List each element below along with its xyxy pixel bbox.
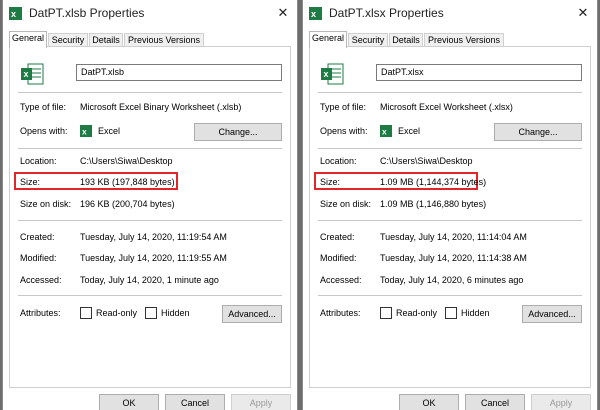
excel-file-icon: x	[9, 7, 22, 20]
type-label: Type of file:	[320, 102, 367, 112]
change-button[interactable]: Change...	[494, 123, 582, 141]
opens-with-label: Opens with:	[20, 126, 68, 136]
created-value: Tuesday, July 14, 2020, 11:19:54 AM	[80, 232, 227, 242]
divider	[318, 92, 582, 93]
hidden-checkbox[interactable]	[145, 307, 157, 319]
tab-details[interactable]: Details	[389, 33, 423, 47]
type-value: Microsoft Excel Worksheet (.xlsx)	[380, 102, 513, 112]
attributes-label: Attributes:	[320, 308, 361, 318]
tab-previous-versions[interactable]: Previous Versions	[424, 33, 504, 47]
close-button[interactable]: ✕	[569, 0, 597, 26]
modified-value: Tuesday, July 14, 2020, 11:19:55 AM	[80, 253, 227, 263]
divider	[318, 220, 582, 221]
change-button[interactable]: Change...	[194, 123, 282, 141]
tab-security[interactable]: Security	[348, 33, 388, 47]
tab-details[interactable]: Details	[89, 33, 123, 47]
cancel-button[interactable]: Cancel	[165, 394, 225, 410]
type-label: Type of file:	[20, 102, 67, 112]
divider	[18, 148, 282, 149]
apply-button[interactable]: Apply	[531, 394, 591, 410]
tab-general[interactable]: General	[309, 31, 347, 48]
readonly-label: Read-only	[96, 308, 138, 318]
dialog-buttons: OK Cancel Apply	[303, 394, 597, 410]
svg-text:x: x	[11, 9, 16, 19]
filename-field[interactable]: DatPT.xlsb	[76, 64, 282, 81]
location-value: C:\Users\Siwa\Desktop	[380, 156, 473, 166]
hidden-label: Hidden	[161, 308, 190, 318]
dialog-buttons: OK Cancel Apply	[3, 394, 297, 410]
modified-value: Tuesday, July 14, 2020, 11:14:38 AM	[380, 253, 527, 263]
properties-dialog-xlsb: x DatPT.xlsb Properties ✕ General Securi…	[2, 0, 298, 410]
filename-field[interactable]: DatPT.xlsx	[376, 64, 582, 81]
general-panel: x DatPT.xlsb Type of file: Microsoft Exc…	[9, 46, 291, 388]
size-label: Size:	[320, 177, 341, 187]
tab-general[interactable]: General	[9, 31, 47, 48]
opens-with-label: Opens with:	[320, 126, 368, 136]
excel-file-icon: x	[321, 63, 344, 85]
accessed-value: Today, July 14, 2020, 1 minute ago	[80, 275, 219, 285]
readonly-label: Read-only	[396, 308, 438, 318]
size-on-disk-label: Size on disk:	[320, 199, 372, 209]
window-title: DatPT.xlsb Properties	[29, 6, 145, 20]
svg-text:x: x	[24, 69, 29, 79]
type-value: Microsoft Excel Binary Worksheet (.xlsb)	[80, 102, 242, 112]
accessed-label: Accessed:	[20, 275, 62, 285]
hidden-label: Hidden	[461, 308, 490, 318]
close-button[interactable]: ✕	[269, 0, 297, 26]
size-on-disk-value: 196 KB (200,704 bytes)	[80, 199, 175, 209]
modified-label: Modified:	[20, 253, 57, 263]
excel-app-icon: x	[80, 125, 92, 137]
readonly-checkbox[interactable]	[380, 307, 392, 319]
opens-with-value: Excel	[98, 126, 121, 136]
created-label: Created:	[320, 232, 355, 242]
accessed-label: Accessed:	[320, 275, 362, 285]
accessed-value: Today, July 14, 2020, 6 minutes ago	[380, 275, 524, 285]
tab-previous-versions[interactable]: Previous Versions	[124, 33, 204, 47]
hidden-checkbox[interactable]	[445, 307, 457, 319]
title-bar: x DatPT.xlsb Properties ✕	[3, 0, 297, 27]
svg-text:x: x	[311, 9, 316, 19]
advanced-button[interactable]: Advanced...	[522, 305, 582, 323]
cancel-button[interactable]: Cancel	[465, 394, 525, 410]
size-value: 1.09 MB (1,144,374 bytes)	[380, 177, 487, 187]
ok-button[interactable]: OK	[99, 394, 159, 410]
svg-text:x: x	[382, 127, 387, 137]
divider	[18, 220, 282, 221]
divider	[318, 148, 582, 149]
title-bar: x DatPT.xlsx Properties ✕	[303, 0, 597, 27]
properties-dialog-xlsx: x DatPT.xlsx Properties ✕ General Securi…	[302, 0, 598, 410]
created-label: Created:	[20, 232, 55, 242]
excel-file-icon: x	[21, 63, 44, 85]
ok-button[interactable]: OK	[399, 394, 459, 410]
size-on-disk-label: Size on disk:	[20, 199, 72, 209]
divider	[18, 92, 282, 93]
readonly-checkbox[interactable]	[80, 307, 92, 319]
window-title: DatPT.xlsx Properties	[329, 6, 444, 20]
created-value: Tuesday, July 14, 2020, 11:14:04 AM	[380, 232, 527, 242]
size-label: Size:	[20, 177, 41, 187]
modified-label: Modified:	[320, 253, 357, 263]
size-on-disk-value: 1.09 MB (1,146,880 bytes)	[380, 199, 487, 209]
attributes-label: Attributes:	[20, 308, 61, 318]
divider	[318, 295, 582, 296]
excel-file-icon: x	[309, 7, 322, 20]
tab-security[interactable]: Security	[48, 33, 88, 47]
general-panel: x DatPT.xlsx Type of file: Microsoft Exc…	[309, 46, 591, 388]
apply-button[interactable]: Apply	[231, 394, 291, 410]
location-label: Location:	[320, 156, 357, 166]
advanced-button[interactable]: Advanced...	[222, 305, 282, 323]
location-label: Location:	[20, 156, 57, 166]
location-value: C:\Users\Siwa\Desktop	[80, 156, 173, 166]
excel-app-icon: x	[380, 125, 392, 137]
opens-with-value: Excel	[398, 126, 421, 136]
svg-text:x: x	[82, 127, 87, 137]
svg-text:x: x	[324, 69, 329, 79]
divider	[18, 295, 282, 296]
size-value: 193 KB (197,848 bytes)	[80, 177, 175, 187]
